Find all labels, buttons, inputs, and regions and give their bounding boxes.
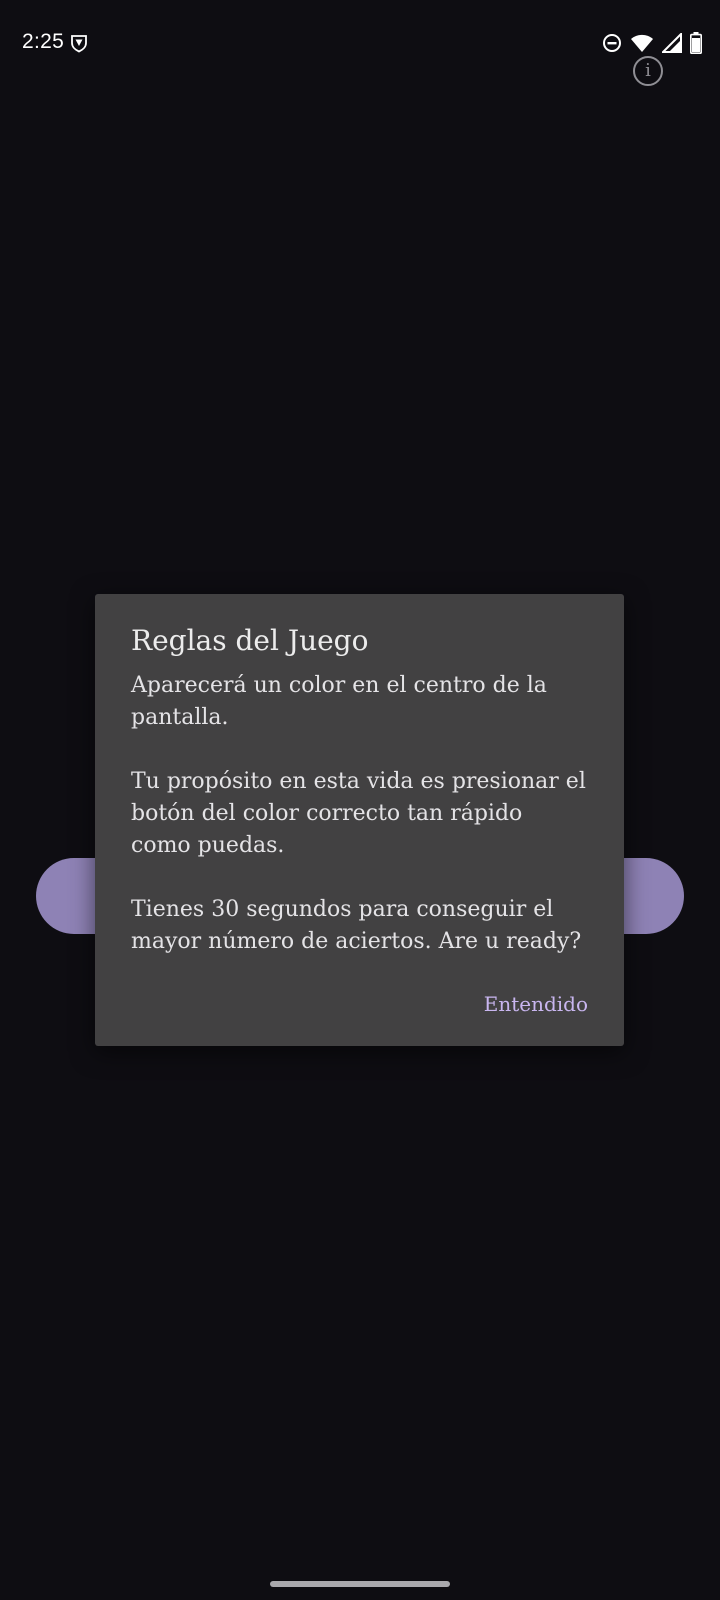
- confirm-button[interactable]: Entendido: [484, 992, 588, 1016]
- battery-icon: [690, 32, 702, 54]
- dialog-actions: Entendido: [484, 992, 588, 1016]
- wifi-icon: [630, 33, 654, 53]
- info-button[interactable]: i: [633, 56, 663, 86]
- do-not-disturb-icon: [602, 33, 622, 53]
- status-icons: [602, 32, 702, 54]
- rules-dialog: Reglas del Juego Aparecerá un color en e…: [95, 594, 624, 1046]
- navigation-handle[interactable]: [270, 1581, 450, 1587]
- dialog-title: Reglas del Juego: [131, 624, 369, 657]
- status-bar: 2:25: [0, 0, 720, 86]
- dialog-message: Aparecerá un color en el centro de la pa…: [131, 672, 586, 954]
- cell-signal-icon: [662, 33, 682, 53]
- status-time: 2:25: [22, 30, 65, 53]
- app-screen: 2:25 i Reglas del Juego Aparecerá un col…: [0, 0, 720, 1600]
- info-icon: i: [645, 60, 651, 81]
- vpn-shield-icon: [69, 33, 89, 53]
